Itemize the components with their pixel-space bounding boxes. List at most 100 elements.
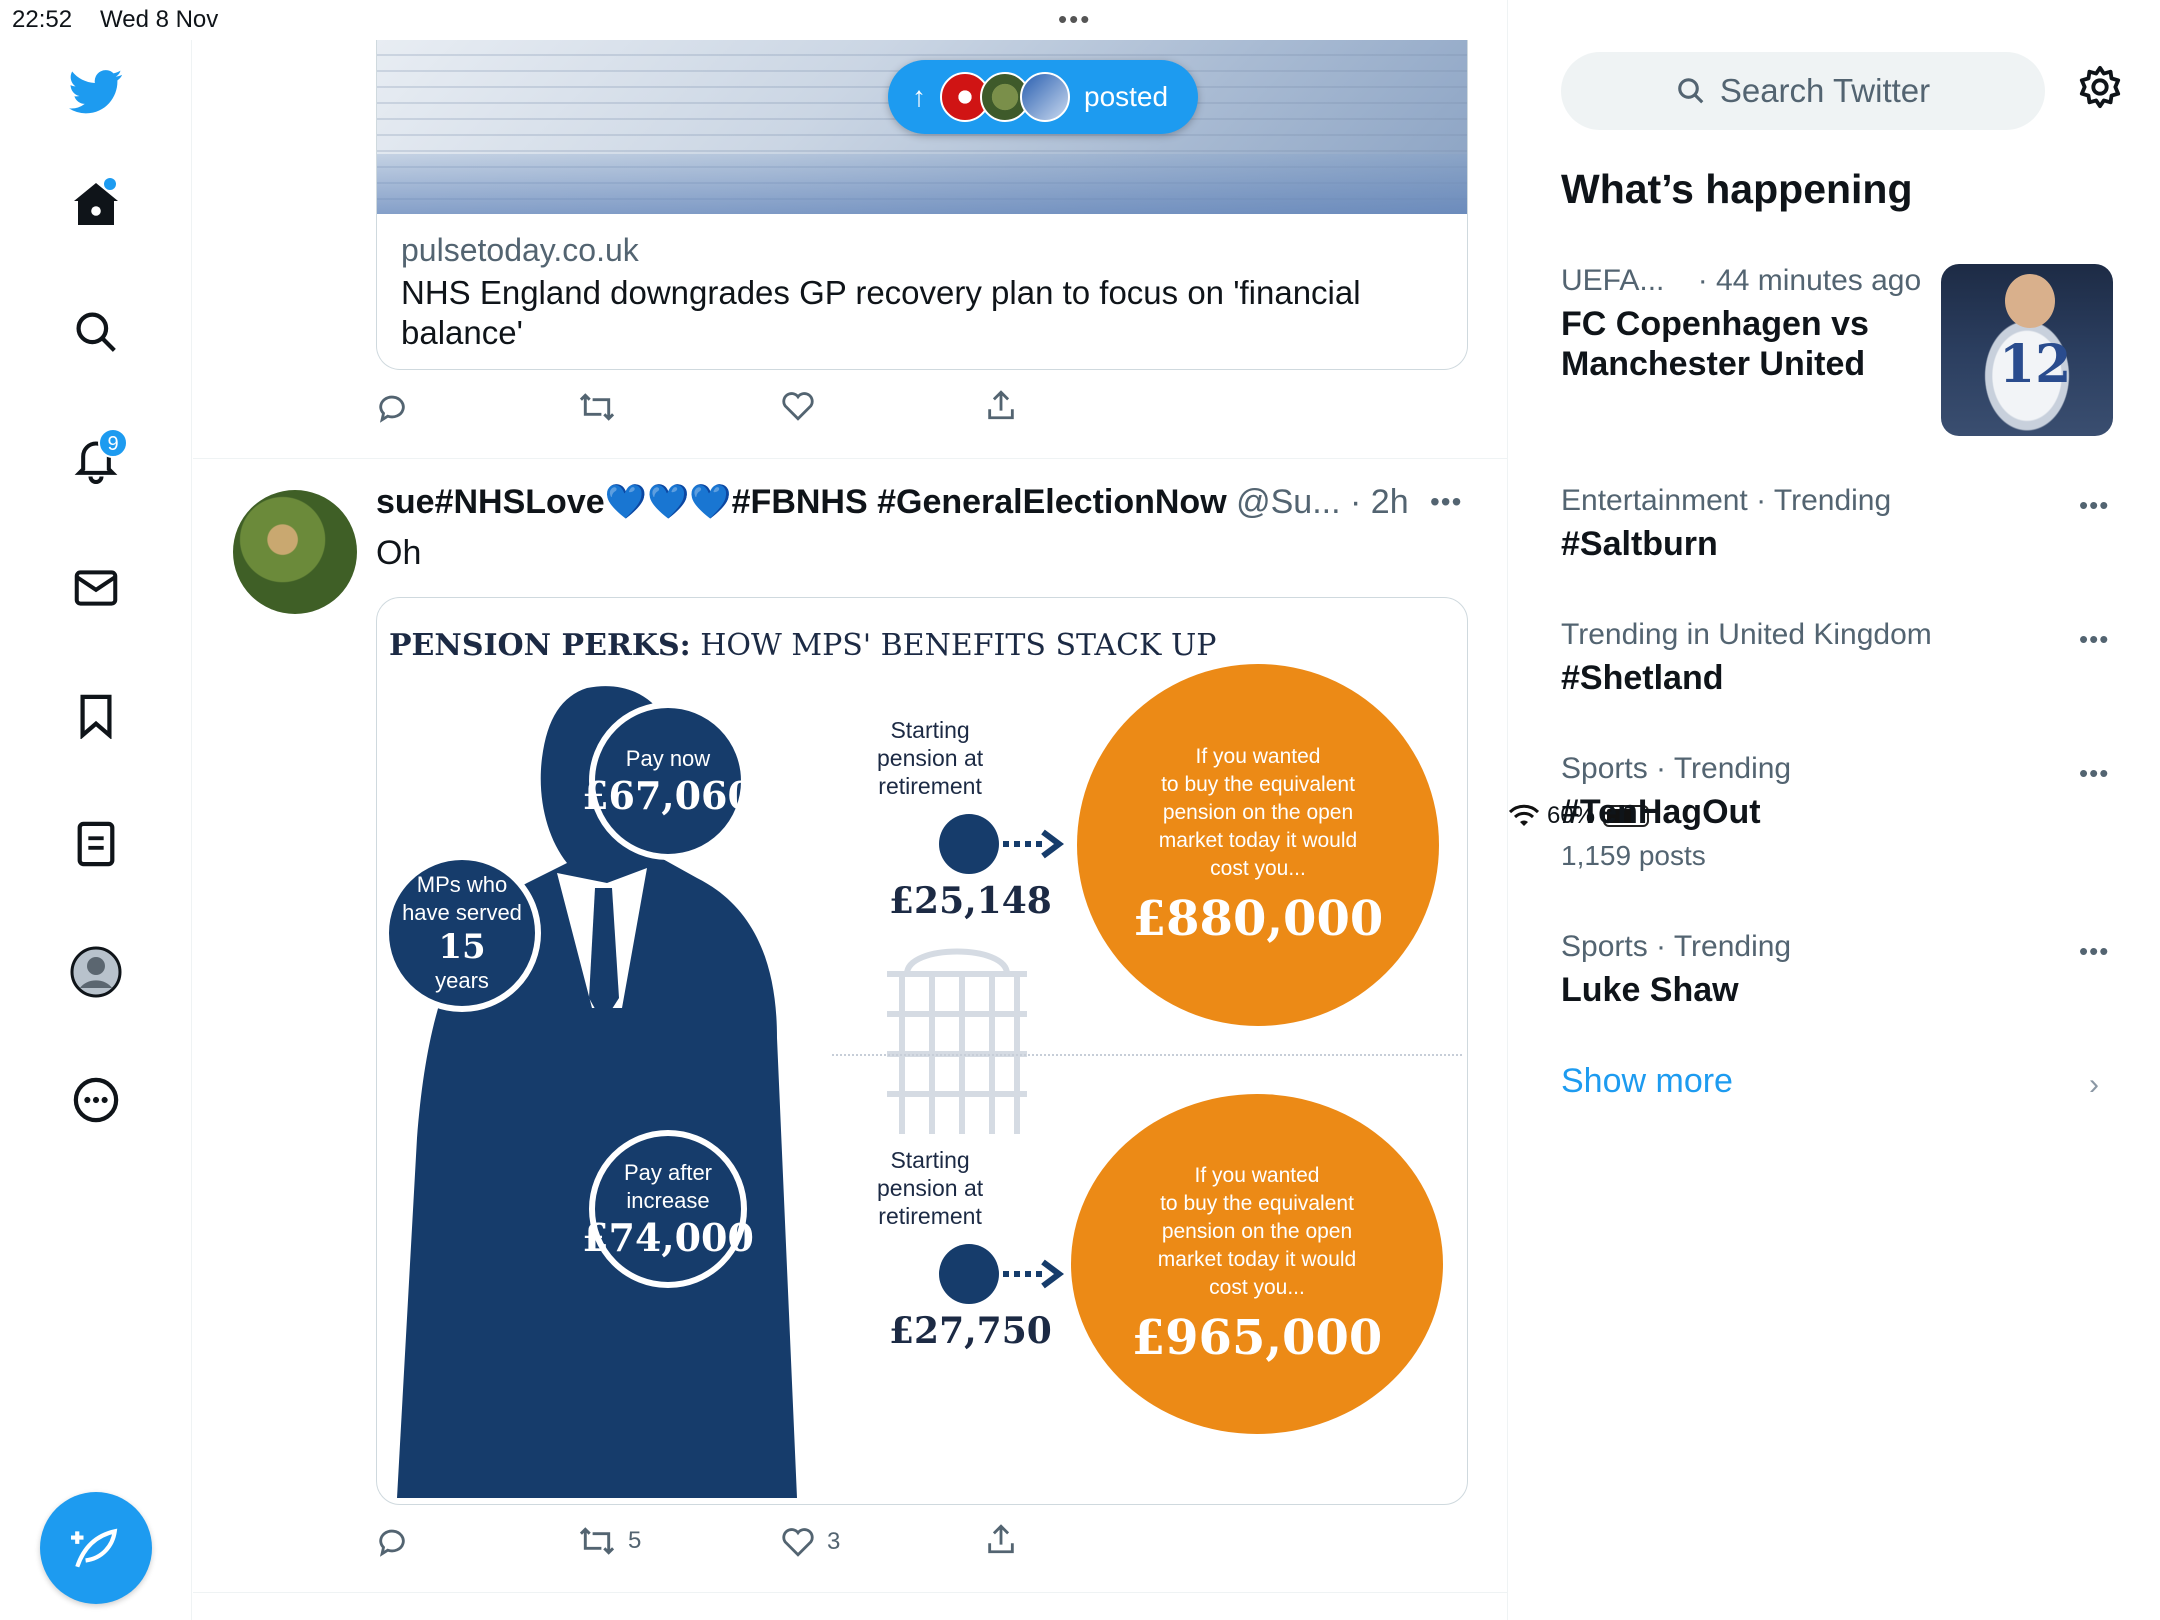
- retweet-button[interactable]: 5: [578, 1524, 641, 1558]
- trend-item[interactable]: Sports · Trending #TenHagOut 1,159 posts: [1561, 752, 2121, 872]
- notifications-bell-icon[interactable]: 9: [62, 426, 130, 494]
- tweet-author-handle[interactable]: @Su...: [1236, 483, 1340, 521]
- pay-now-circle: Pay now £67,060: [582, 702, 754, 860]
- separator-dotted-line: [832, 1054, 1462, 1056]
- reply-button[interactable]: [375, 1524, 409, 1558]
- trend-context: Sports · Trending: [1561, 752, 1792, 785]
- reply-button[interactable]: [375, 390, 409, 424]
- link-card-domain: pulsetoday.co.uk: [401, 232, 639, 268]
- bookmarks-icon[interactable]: [62, 682, 130, 750]
- compose-tweet-button[interactable]: [40, 1492, 152, 1604]
- share-button[interactable]: [984, 388, 1018, 422]
- tweet-more-icon[interactable]: •••: [1430, 486, 1462, 518]
- chevron-right-icon: ›: [2089, 1068, 2099, 1101]
- pension-arrow-top: [939, 814, 1064, 874]
- cost-text-line: cost you...: [1210, 857, 1306, 880]
- like-button[interactable]: [781, 390, 815, 422]
- trend-item[interactable]: UEFA... · 44 minutes ago FC Copenhagen v…: [1561, 264, 1931, 384]
- profile-avatar-icon[interactable]: [62, 938, 130, 1006]
- infographic-title: PENSION PERKS: HOW MPS' BENEFITS STACK U…: [389, 628, 1217, 663]
- status-time: 22:52: [12, 6, 73, 33]
- trend-time: · 44 minutes ago: [1697, 264, 1922, 297]
- trend-more-icon[interactable]: •••: [2079, 624, 2109, 655]
- pay-now-label: Pay now: [625, 745, 711, 771]
- search-placeholder: Search Twitter: [1719, 72, 1931, 109]
- new-posts-label: posted: [1084, 81, 1169, 112]
- tweet-time[interactable]: · 2h: [1350, 483, 1409, 521]
- new-posts-pill[interactable]: ↑ posted: [888, 60, 1198, 134]
- trend-thumbnail-image[interactable]: 12: [1941, 264, 2113, 436]
- cost-now-value: £880,000: [1132, 891, 1384, 947]
- retweet-icon: [579, 393, 615, 421]
- cost-text-line: pension on the open: [1162, 801, 1354, 824]
- cost-circle-bottom: If you wanted to buy the equivalent pens…: [1071, 1094, 1443, 1434]
- whats-happening-heading: What’s happening: [1561, 166, 1913, 212]
- cost-text-line: market today it would: [1158, 829, 1358, 852]
- explore-search-icon[interactable]: [62, 298, 130, 366]
- served-years: 15: [438, 927, 486, 967]
- search-icon: [1678, 78, 1704, 104]
- heart-icon: [782, 1528, 814, 1557]
- starting-pension-label-top: Starting pension at retirement: [877, 717, 984, 799]
- tweet-divider: [193, 458, 1507, 459]
- retweet-button[interactable]: [578, 390, 616, 424]
- pay-after-label1: Pay after: [623, 1159, 713, 1185]
- tweet-author-name[interactable]: sue#NHSLove💙💙💙#FBNHS #GeneralElectionNow: [376, 483, 1227, 521]
- jersey-number-graphic: 12: [1999, 334, 2072, 395]
- trend-item[interactable]: Sports · Trending Luke Shaw: [1561, 930, 2121, 1010]
- trend-title: FC Copenhagen vs Manchester United: [1561, 305, 1869, 383]
- like-button[interactable]: 3: [781, 1526, 840, 1558]
- tweet-image-infographic[interactable]: PENSION PERKS: HOW MPS' BENEFITS STACK U…: [376, 597, 1468, 1505]
- link-card-headline: NHS England downgrades GP recovery plan …: [401, 274, 1361, 351]
- trend-more-icon[interactable]: •••: [2079, 936, 2109, 967]
- retweet-count: 5: [628, 1527, 642, 1554]
- reply-icon: [379, 395, 405, 423]
- home-icon[interactable]: [62, 170, 130, 238]
- trend-context: Sports · Trending: [1561, 930, 1792, 963]
- show-more-link[interactable]: Show more: [1561, 1062, 1733, 1101]
- served-line1: MPs who: [416, 872, 508, 897]
- trend-item[interactable]: Entertainment · Trending #Saltburn: [1561, 484, 2121, 564]
- compose-feather-icon: [71, 1528, 118, 1568]
- start-pension-after: £27,750: [889, 1310, 1052, 1352]
- pension-arrow-bottom: [939, 1244, 1064, 1304]
- tweet-text: Oh: [376, 534, 422, 572]
- cost-text-line: If you wanted: [1194, 1164, 1320, 1187]
- messages-mail-icon[interactable]: [62, 554, 130, 622]
- cost-text-line: cost you...: [1209, 1276, 1305, 1299]
- right-sidebar: Search Twitter What’s happening UEFA... …: [1509, 0, 2160, 1620]
- served-line3: years: [435, 968, 489, 993]
- pay-after-value: £74,000: [582, 1214, 754, 1260]
- twitter-logo-icon[interactable]: [62, 58, 130, 126]
- trend-title: #Saltburn: [1561, 525, 1718, 563]
- settings-gear-icon[interactable]: [2077, 64, 2123, 115]
- timeline: pulsetoday.co.uk NHS England downgrades …: [193, 0, 1508, 1620]
- like-count: 3: [827, 1528, 841, 1555]
- starting-pension-label-bottom: Starting pension at retirement: [877, 1147, 984, 1229]
- home-new-dot: [104, 178, 116, 190]
- pill-avatar: [1020, 72, 1070, 122]
- trend-more-icon[interactable]: •••: [2079, 490, 2109, 521]
- lists-icon[interactable]: [62, 810, 130, 878]
- trend-context: Entertainment · Trending: [1561, 484, 1892, 517]
- retweet-icon: [579, 1527, 615, 1555]
- share-icon: [988, 390, 1014, 420]
- cost-text-line: pension on the open: [1161, 1220, 1353, 1243]
- more-options-icon[interactable]: [62, 1066, 130, 1134]
- search-input[interactable]: Search Twitter: [1561, 52, 2045, 130]
- tweet-author-avatar[interactable]: [233, 490, 357, 614]
- arrow-up-icon: ↑: [912, 81, 926, 112]
- cost-after-value: £965,000: [1131, 1310, 1383, 1366]
- cost-text-line: If you wanted: [1195, 745, 1321, 768]
- share-icon: [988, 1524, 1014, 1554]
- left-nav: 9: [0, 40, 192, 1620]
- trend-post-count: 1,159 posts: [1561, 840, 1706, 871]
- heart-icon: [782, 392, 814, 421]
- tweet-divider: [193, 1592, 1507, 1593]
- trend-more-icon[interactable]: •••: [2079, 758, 2109, 789]
- trend-title: #TenHagOut: [1561, 793, 1761, 831]
- trend-context: Trending in United Kingdom: [1561, 618, 1932, 651]
- share-button[interactable]: [984, 1522, 1018, 1556]
- trend-item[interactable]: Trending in United Kingdom #Shetland: [1561, 618, 2121, 698]
- trend-title: #Shetland: [1561, 659, 1724, 697]
